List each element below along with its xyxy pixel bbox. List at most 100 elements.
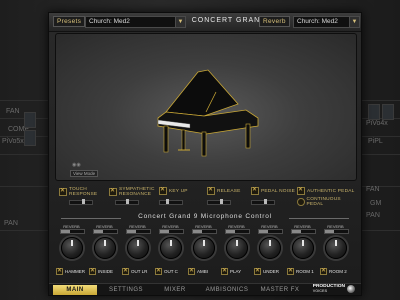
channel-enable-checkbox[interactable]	[89, 267, 96, 275]
knob-pointer	[71, 240, 73, 246]
reverb-send-slider[interactable]	[225, 229, 250, 234]
daw-clip	[24, 130, 36, 146]
option-touch-response[interactable]: TOUCH RESPONSE	[59, 187, 99, 197]
tab-master-fx[interactable]: MASTER FX	[255, 285, 305, 295]
resonance-slider[interactable]	[115, 199, 139, 205]
option-authentic-pedal[interactable]: AUTHENTIC PEDAL	[297, 186, 355, 195]
tab-mixer[interactable]: MIXER	[153, 285, 197, 295]
daw-label: FAN	[6, 108, 20, 115]
slider-thumb[interactable]	[264, 199, 267, 204]
volume-knob[interactable]	[193, 237, 215, 259]
reverb-send-slider[interactable]	[159, 229, 184, 234]
channel-name: INSIDE	[98, 269, 114, 274]
channel-enable-checkbox[interactable]	[56, 267, 63, 275]
volume-knob[interactable]	[94, 237, 116, 259]
view-mode-button[interactable]: View Mode	[70, 170, 99, 177]
channel-enable-checkbox[interactable]	[320, 267, 327, 275]
piano-display: ◉◉ View Mode	[55, 33, 357, 181]
camera-icon[interactable]: ◉◉	[72, 162, 82, 168]
mic-channel-hammer: REVERB HAMMER	[55, 224, 88, 280]
reverb-select[interactable]: Church: Med2	[293, 16, 351, 28]
channel-footer: ROOM 2	[320, 267, 347, 275]
option-pedal-noise[interactable]: PEDAL NOISE	[251, 186, 296, 195]
plugin-topbar: Presets Church: Med2 ▼ CONCERT GRAND Rev…	[49, 13, 361, 32]
knob-pointer	[137, 240, 139, 246]
reverb-send-slider[interactable]	[126, 229, 151, 234]
channel-footer: INSIDE	[89, 267, 114, 275]
reverb-send-slider[interactable]	[324, 229, 349, 234]
volume-knob[interactable]	[325, 237, 347, 259]
option-label: RELEASE	[217, 188, 241, 194]
option-key-up[interactable]: KEY UP	[159, 186, 188, 195]
channel-enable-checkbox[interactable]	[122, 267, 129, 275]
mic-channel-out-c: REVERB OUT C	[154, 224, 187, 280]
performance-options: TOUCH RESPONSE SYMPATHETIC RESONANCE KEY…	[55, 183, 355, 211]
mic-channel-play: REVERB PLAY	[220, 224, 253, 280]
channel-enable-checkbox[interactable]	[221, 267, 228, 275]
release-slider[interactable]	[207, 199, 231, 205]
slider-thumb[interactable]	[166, 199, 169, 204]
reverb-send-fill	[292, 230, 302, 233]
channel-enable-checkbox[interactable]	[155, 267, 162, 275]
channel-name: UNDER	[263, 269, 280, 274]
daw-label: GM	[370, 200, 382, 207]
reverb-label: Reverb	[259, 16, 290, 27]
reverb-dropdown-icon[interactable]: ▼	[349, 16, 360, 28]
presets-label: Presets	[53, 16, 86, 27]
option-label: TOUCH RESPONSE	[69, 187, 98, 197]
channel-footer: OUT LR	[122, 267, 147, 275]
tab-main[interactable]: MAIN	[53, 285, 97, 295]
touch-response-checkbox[interactable]	[59, 187, 67, 196]
preset-select[interactable]: Church: Med2	[85, 16, 177, 28]
reverb-send-fill	[94, 230, 104, 233]
pedal-noise-checkbox[interactable]	[251, 186, 259, 195]
knob-pointer	[335, 240, 337, 246]
volume-knob[interactable]	[292, 237, 314, 259]
reverb-send-fill	[259, 230, 269, 233]
volume-knob[interactable]	[127, 237, 149, 259]
option-sympathetic-resonance[interactable]: SYMPATHETIC RESONANCE	[109, 187, 159, 197]
release-checkbox[interactable]	[207, 186, 215, 195]
channel-enable-checkbox[interactable]	[188, 267, 195, 275]
touch-response-slider[interactable]	[69, 199, 93, 205]
option-label: KEY UP	[169, 188, 188, 194]
volume-knob[interactable]	[226, 237, 248, 259]
reverb-send-slider[interactable]	[192, 229, 217, 234]
daw-label: PAN	[366, 212, 380, 219]
daw-label: FAN	[366, 186, 380, 193]
slider-thumb[interactable]	[82, 199, 85, 204]
reverb-send-slider[interactable]	[291, 229, 316, 234]
knob-pointer	[203, 240, 205, 246]
preset-dropdown-icon[interactable]: ▼	[175, 16, 186, 28]
daw-label: PiPL	[368, 138, 383, 145]
tab-settings[interactable]: SETTINGS	[103, 285, 149, 295]
reverb-send-slider[interactable]	[93, 229, 118, 234]
tab-ambisonics[interactable]: AMBISONICS	[199, 285, 255, 295]
mic-channel-out-lr: REVERB OUT LR	[121, 224, 154, 280]
slider-thumb[interactable]	[126, 199, 129, 204]
option-continuous-pedal[interactable]: CONTINUOUS PEDAL	[297, 197, 355, 207]
option-label: CONTINUOUS PEDAL	[306, 197, 341, 207]
channel-enable-checkbox[interactable]	[254, 267, 261, 275]
key-up-checkbox[interactable]	[159, 186, 167, 195]
channel-footer: AMBI	[188, 267, 208, 275]
logo-line-2: VOICES	[312, 289, 328, 293]
key-up-slider[interactable]	[159, 199, 183, 205]
channel-name: HAMMER	[65, 269, 85, 274]
mic-channel-room-2: REVERB ROOM 2	[319, 224, 352, 280]
sympathetic-resonance-checkbox[interactable]	[109, 187, 117, 196]
option-release[interactable]: RELEASE	[207, 186, 241, 195]
slider-thumb[interactable]	[220, 199, 223, 204]
continuous-pedal-checkbox[interactable]	[297, 198, 305, 206]
volume-knob[interactable]	[160, 237, 182, 259]
channel-enable-checkbox[interactable]	[287, 267, 294, 275]
reverb-send-slider[interactable]	[60, 229, 85, 234]
option-label: PEDAL NOISE	[261, 188, 296, 194]
authentic-pedal-checkbox[interactable]	[297, 186, 305, 195]
reverb-send-slider[interactable]	[258, 229, 283, 234]
reverb-send-fill	[160, 230, 170, 233]
pedal-noise-slider[interactable]	[251, 199, 275, 205]
volume-knob[interactable]	[61, 237, 83, 259]
reverb-send-fill	[193, 230, 203, 233]
volume-knob[interactable]	[259, 237, 281, 259]
